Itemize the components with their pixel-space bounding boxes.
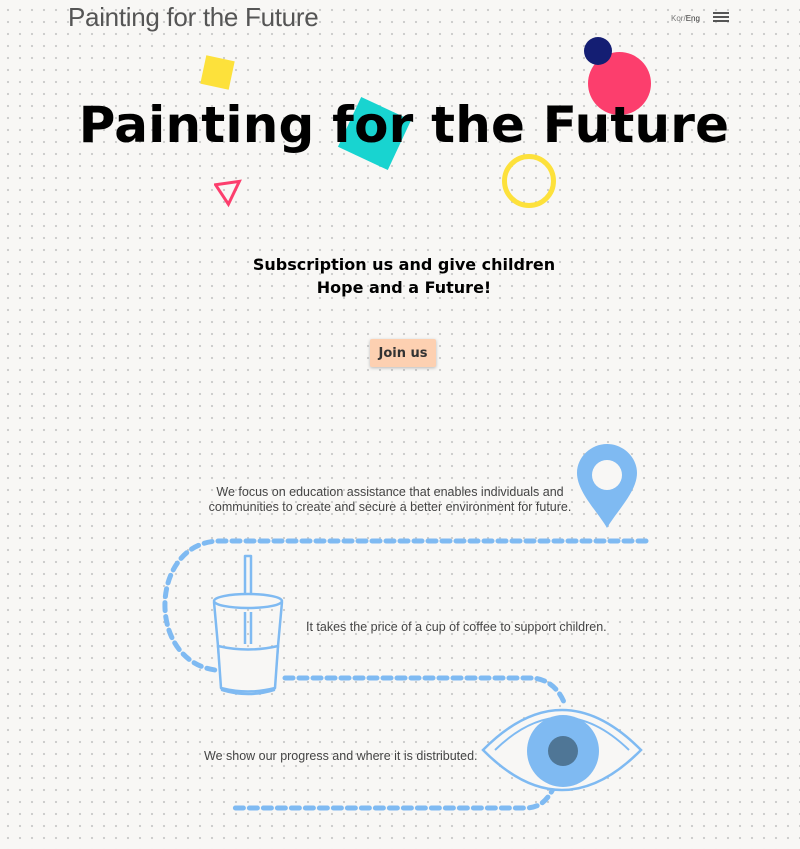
feature-text-coffee: It takes the price of a cup of coffee to… <box>306 620 607 634</box>
eye-icon <box>481 708 643 792</box>
feature-text-progress: We show our progress and where it is dis… <box>204 749 478 763</box>
feature-text-education: We focus on education assistance that en… <box>208 485 572 514</box>
cup-with-straw-icon <box>212 554 284 696</box>
journey-illustration <box>162 444 649 811</box>
location-pin-icon <box>577 444 637 528</box>
